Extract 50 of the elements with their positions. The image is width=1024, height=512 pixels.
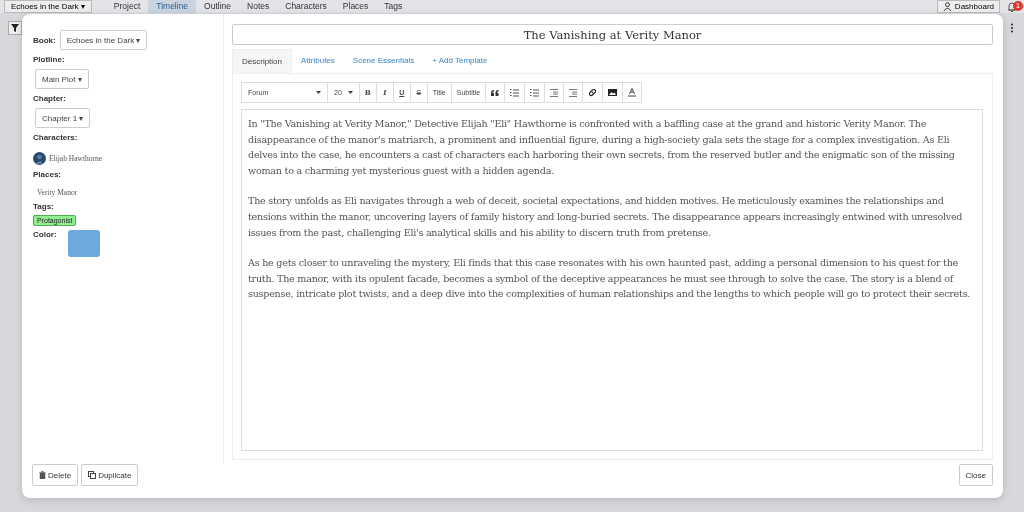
more-icon[interactable] [1010, 23, 1014, 33]
plotline-dropdown[interactable]: Main Plot ▾ [35, 69, 89, 89]
dashboard-button[interactable]: Dashboard [936, 0, 1000, 13]
bell-icon[interactable] [1006, 0, 1018, 13]
copy-icon [88, 471, 97, 479]
avatar [33, 152, 46, 165]
field-label: Book: [33, 35, 56, 45]
duplicate-button[interactable]: Duplicate [81, 464, 139, 486]
nav-tab[interactable]: Outline [196, 0, 240, 13]
trash-icon [39, 471, 46, 479]
link-icon [588, 88, 598, 97]
book-dropdown[interactable]: Echoes in the Dark ▾ [59, 30, 148, 50]
list-icon [530, 88, 540, 97]
quote-icon [491, 89, 500, 96]
field-label: Color: [33, 230, 57, 239]
nav-tab[interactable]: Timeline [148, 0, 197, 13]
paragraph: In "The Vanishing at Verity Manor," Detective Elijah "Eli" Hawthorne is confronted with a baffling case at the grand and historic Verity Manor. The disappearance of the manor's matriarch, a prominent and influential figure, during a high-society gala sets the stage for a complex investigation. As Eli delves into the case, he encounters a cast of characters each harboring their own secrets, from the reserved butler and the enigmatic son of the missing woman to a charming yet mysterious guest with a hidden agenda. [248, 117, 956, 178]
tab[interactable]: + Add Template [423, 49, 497, 73]
tab[interactable]: Scene Essentials [343, 49, 424, 73]
indent-icon [569, 88, 578, 97]
notification-badge: 1 [1013, 0, 1023, 11]
nav-tab[interactable]: Notes [239, 0, 278, 13]
paragraph: The story unfolds as Eli navigates through a web of deceit, societal expectations, and hidden motives. He meticulously examines the relationships and tensions within the manor, uncovering layers of family history and long-buried secrets. The disappearance appears increasingly entwined with unresolved issues from the past, challenging Eli's analytical skills and his ability to discern truth from pretense. [248, 194, 964, 240]
chapter-dropdown[interactable]: Chapter 1 ▾ [35, 108, 91, 128]
text-color-icon [628, 88, 637, 97]
field-label: Tags: [33, 202, 54, 211]
filter-icon [11, 24, 19, 32]
nav-tab[interactable]: Characters [277, 0, 335, 13]
nav-tab[interactable]: Project [105, 0, 149, 13]
book-menu[interactable]: Echoes in the Dark ▾ [4, 0, 92, 13]
paragraph: As he gets closer to unraveling the mystery, Eli finds that this case resonates with his own haunted past, adding a personal dimension to his quest for the truth. The manor, with its opulent facade, becomes a symbol of the deceptive appearances he must see through to solve the case. The story is a blend of suspense, intricate plot twists, and a deep dive into the complexities of human relationships and the lengths to which people will go to protect their secrets. [248, 256, 972, 302]
nav-tab[interactable]: Tags [376, 0, 411, 13]
tab[interactable]: Attributes [292, 49, 344, 73]
caret-icon [347, 91, 353, 94]
color-swatch[interactable] [67, 230, 100, 257]
field-label: Plotline: [33, 55, 65, 64]
caret-icon [316, 91, 321, 94]
delete-button[interactable]: Delete [32, 464, 79, 486]
filter-button[interactable] [8, 21, 22, 35]
field-label: Places: [33, 170, 62, 179]
field-label: Chapter: [33, 94, 66, 103]
title-field[interactable]: The Vanishing at Verity Manor [232, 24, 993, 45]
close-button[interactable]: Close [958, 464, 993, 486]
user-icon [942, 2, 952, 11]
list-icon [510, 88, 520, 97]
indent-icon [550, 88, 559, 97]
nav-tab[interactable]: Places [334, 0, 377, 13]
image-icon [608, 89, 618, 96]
field-label: Characters: [33, 133, 78, 142]
tab[interactable]: Description [232, 49, 292, 73]
